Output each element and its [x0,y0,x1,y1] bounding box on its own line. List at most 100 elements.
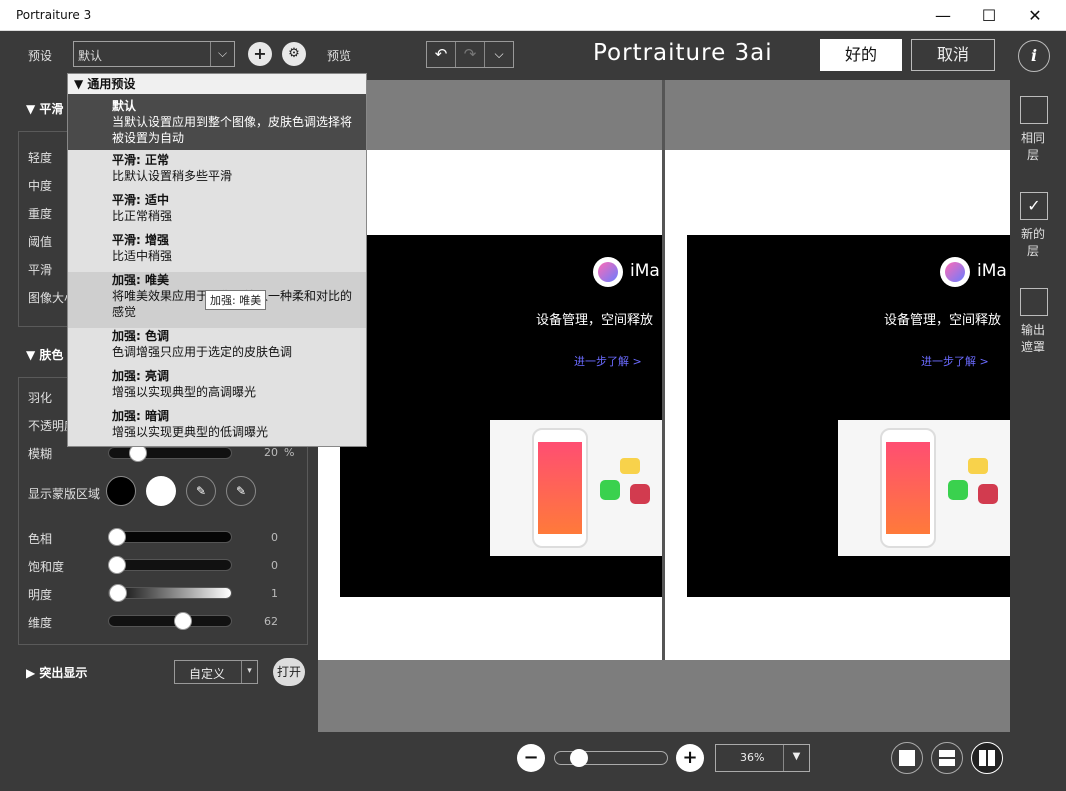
preset-item-enhance-high[interactable]: 加强: 亮调 增强以实现典型的高调曝光 [68,368,366,408]
black-swatch[interactable] [106,476,136,506]
preset-item-smooth-normal[interactable]: 平滑: 正常 比默认设置稍多些平滑 [68,152,366,192]
preview-after: iMa 设备管理，空间释放 进一步了解 > [665,150,1010,660]
view-single-button[interactable] [891,742,923,774]
preset-item-smooth-medium[interactable]: 平滑: 适中 比正常稍强 [68,192,366,232]
undo-icon[interactable]: ↶ [427,42,456,67]
zoom-value: 36% [740,751,765,764]
chevron-down-icon[interactable]: ▼ [783,745,809,771]
dimension-label: 维度 [28,616,53,630]
preset-item-desc: 比正常稍强 [112,209,173,223]
preset-item-title: 默认 [112,99,137,113]
dropdown-header: ▼ 通用预设 [68,74,366,94]
eyedropper-add-icon[interactable]: ✎ [226,476,256,506]
output-mask-checkbox[interactable] [1020,288,1048,316]
history-chevron-icon[interactable]: ⌵ [485,42,513,67]
highlight-toggle-button[interactable]: 打开 [273,658,305,686]
preset-item-title: 平滑: 适中 [112,193,169,207]
chevron-down-icon[interactable]: ⌵ [210,42,234,66]
brightness-slider-knob[interactable] [109,584,128,602]
same-layer-checkbox[interactable] [1020,96,1048,124]
highlight-select-value: 自定义 [189,667,226,681]
maximize-button[interactable]: ☐ [966,0,1012,31]
preset-item-title: 平滑: 正常 [112,153,169,167]
same-layer-label: 相同层 [1020,131,1045,162]
preset-item-desc: 比适中稍强 [112,249,173,263]
skin-row-label: 羽化 [28,391,53,405]
redo-icon[interactable]: ↷ [456,42,485,67]
view-split-horizontal-button[interactable] [931,742,963,774]
learn-more-link[interactable]: 进一步了解 > [574,353,642,369]
hue-slider-knob[interactable] [108,528,126,546]
app-logo-icon [593,257,623,287]
learn-more-link[interactable]: 进一步了解 > [921,353,989,369]
preset-item-title: 加强: 亮调 [112,369,169,383]
gear-icon[interactable]: ⚙ [282,42,306,66]
skin-row-label: 模糊 [28,447,53,461]
smoothing-header[interactable]: ▼ 平滑 [26,100,63,117]
zoom-slider-knob[interactable] [569,749,588,767]
hue-value: 0 [271,531,278,544]
preview-label: 预览 [327,49,352,63]
saturation-slider-knob[interactable] [108,556,126,574]
phone-image [838,420,1010,556]
chevron-down-icon[interactable]: ▾ [241,661,257,683]
app-logo-icon [940,257,970,287]
headline: 设备管理，空间释放 [536,313,654,328]
preset-item-title: 加强: 色调 [112,329,169,343]
cancel-button[interactable]: 取消 [911,39,995,71]
preset-item-desc: 比默认设置稍多些平滑 [112,169,233,183]
preset-item-desc: 色调增强只应用于选定的皮肤色调 [112,345,293,359]
preview-image: iMa 设备管理，空间释放 进一步了解 > [340,235,662,597]
history-group: ↶ ↷ ⌵ [426,41,514,68]
preset-label: 预设 [28,49,53,63]
preset-select[interactable]: 默认 ⌵ [73,41,235,67]
blur-slider[interactable] [108,447,232,459]
preset-tooltip: 加强: 唯美 [205,290,267,310]
hue-slider[interactable] [108,531,232,543]
minimize-button[interactable]: — [920,0,966,31]
zoom-out-button[interactable]: − [517,744,545,772]
white-swatch[interactable] [146,476,176,506]
eyedropper-icon[interactable]: ✎ [186,476,216,506]
add-preset-button[interactable]: + [248,42,272,66]
preset-item-desc: 增强以实现更典型的低调曝光 [112,425,269,439]
preset-item-enhance-low[interactable]: 加强: 暗调 增强以实现更典型的低调曝光 [68,408,366,448]
preset-item-enhance-tone[interactable]: 加强: 色调 色调增强只应用于选定的皮肤色调 [68,328,366,368]
view-split-vertical-button[interactable] [971,742,1003,774]
new-layer-label: 新的层 [1020,227,1045,258]
window-title: Portraiture 3 [16,8,92,22]
preview-image: iMa 设备管理，空间释放 进一步了解 > [687,235,1010,597]
highlight-select[interactable]: 自定义 ▾ [174,660,258,684]
zoom-in-button[interactable]: + [676,744,704,772]
ok-button[interactable]: 好的 [820,39,902,71]
brand-logo: Portraiture 3ai [593,40,773,66]
preset-dropdown: ▼ 通用预设 默认 当默认设置应用到整个图像，皮肤色调选择将被设置为自动 平滑:… [67,73,367,447]
preset-item-title: 加强: 唯美 [112,273,169,287]
zoom-select[interactable]: 36% ▼ [715,744,810,772]
logo-text: iMa [977,261,1007,281]
title-bar: Portraiture 3 — ☐ ✕ [0,0,1066,31]
saturation-label: 饱和度 [28,560,65,574]
saturation-value: 0 [271,559,278,572]
preset-item-default[interactable]: 默认 当默认设置应用到整个图像，皮肤色调选择将被设置为自动 [68,94,366,150]
preview-before: iMa 设备管理，空间释放 进一步了解 > [318,150,662,660]
skin-header[interactable]: ▼ 肤色 [26,346,63,363]
output-mask-label: 输出遮罩 [1020,323,1045,354]
dimension-slider-knob[interactable] [173,612,192,630]
new-layer-checkbox[interactable]: ✓ [1020,192,1048,220]
brightness-label: 明度 [28,588,53,602]
brightness-value: 1 [271,587,278,600]
info-button[interactable]: i [1018,40,1050,72]
hue-label: 色相 [28,532,53,546]
preset-item-desc: 增强以实现典型的高调曝光 [112,385,257,399]
highlight-header[interactable]: ▶ 突出显示 [26,664,87,681]
preset-item-smooth-strong[interactable]: 平滑: 增强 比适中稍强 [68,232,366,272]
saturation-slider[interactable] [108,559,232,571]
close-button[interactable]: ✕ [1012,0,1058,31]
preset-item-title: 加强: 暗调 [112,409,169,423]
dimension-value: 62 [264,615,278,628]
dimension-slider[interactable] [108,615,232,627]
phone-image [490,420,662,556]
mask-label: 显示蒙版区域 [28,487,101,501]
preview-area: iMa 设备管理，空间释放 进一步了解 > iMa 设备管理，空间释放 进一步了… [318,80,1010,732]
